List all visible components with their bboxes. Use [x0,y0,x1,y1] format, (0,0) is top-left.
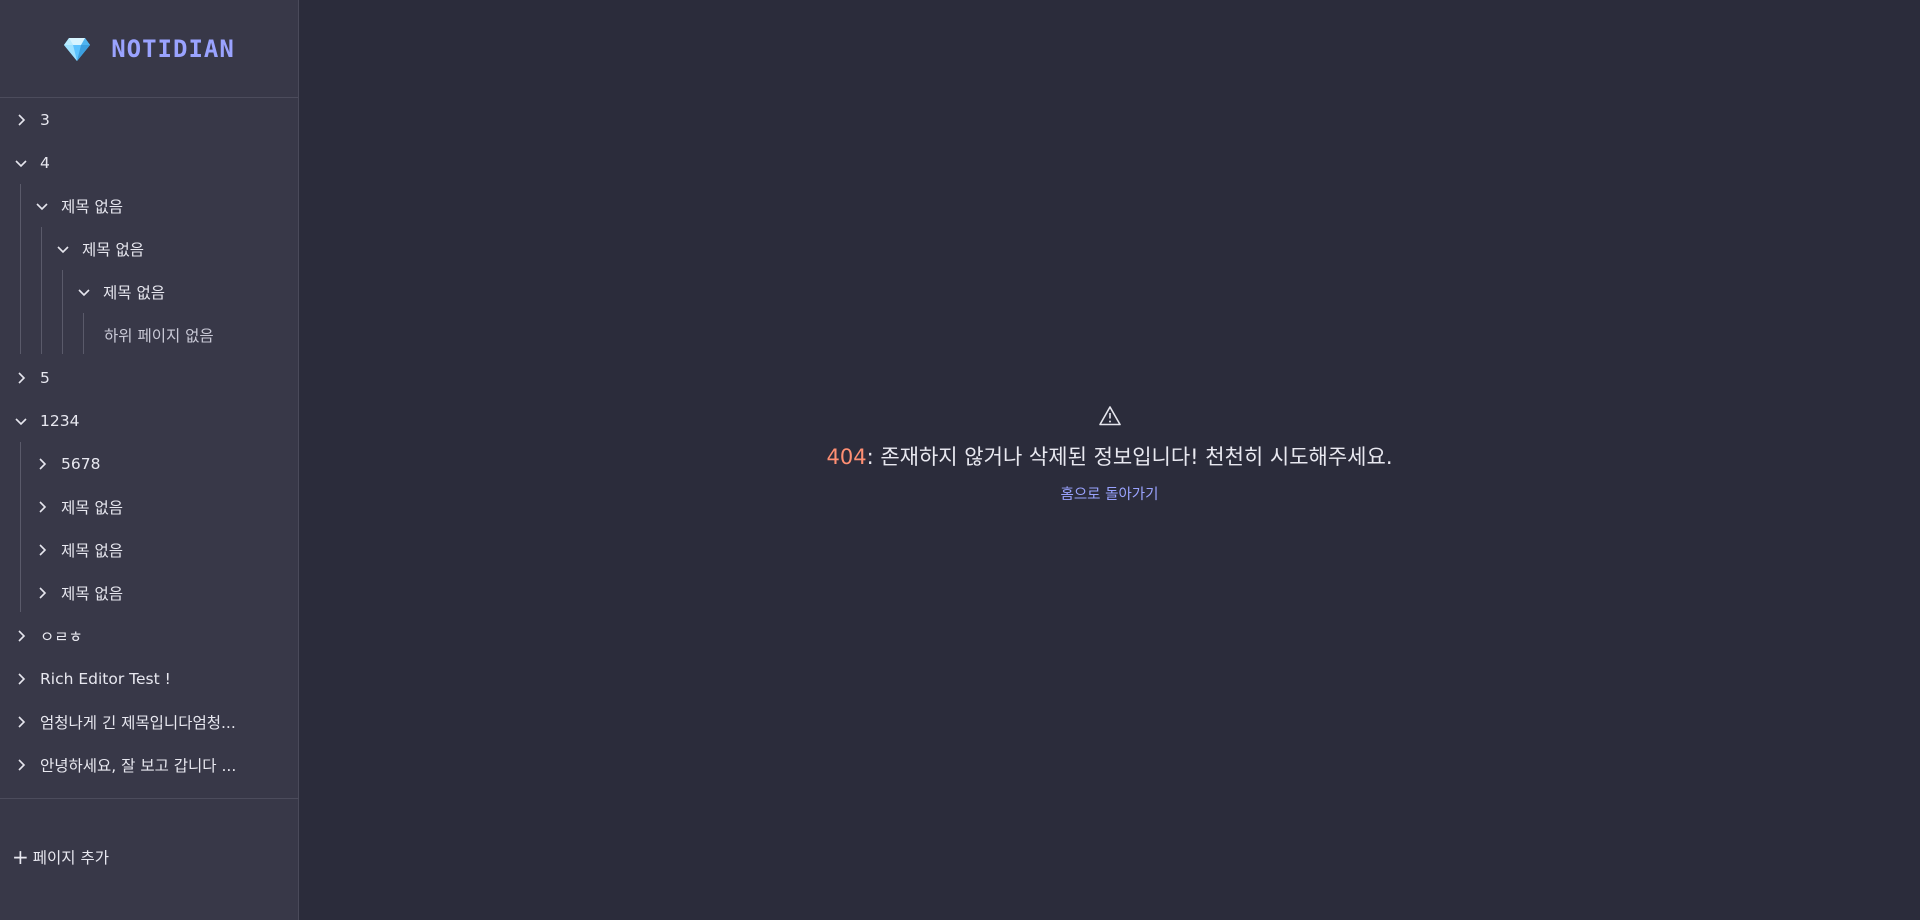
tree-item-label: 하위 페이지 없음 [104,326,214,345]
tree-item-label: 제목 없음 [103,283,165,302]
tree-item[interactable]: 안녕하세요, 잘 보고 갑니다 ... [0,743,299,786]
tree-item[interactable]: 1234 [0,399,299,442]
error-code: 404 [826,445,867,469]
chevron-right-icon[interactable] [14,113,28,127]
chevron-right-icon[interactable] [14,371,28,385]
error-message: 404: 존재하지 않거나 삭제된 정보입니다! 천천히 시도해주세요. [299,441,1920,471]
page-tree: 3 4 제목 없음 제목 없음 제목 없음 하위 페이지 없음 5 1234 5… [0,98,299,786]
brand-header[interactable]: NOTIDIAN [0,0,298,98]
tree-item-label: 5 [40,368,50,387]
empty-subpage-note: 하위 페이지 없음 [0,313,299,356]
add-page-label: 페이지 추가 [32,849,109,867]
tree-item-label: Rich Editor Test ! [40,669,171,688]
plus-icon: + [12,845,29,869]
tree-item[interactable]: 3 [0,98,299,141]
chevron-right-icon[interactable] [35,457,49,471]
main-content: 404: 존재하지 않거나 삭제된 정보입니다! 천천히 시도해주세요. 홈으로… [299,0,1920,920]
chevron-right-icon[interactable] [35,500,49,514]
tree-item-label: ㅇㄹㅎ [40,627,83,646]
app-root: NOTIDIAN 3 4 제목 없음 제목 없음 제목 없음 하위 페이지 없음… [0,0,1920,920]
chevron-down-icon[interactable] [14,156,28,170]
tree-item[interactable]: 제목 없음 [0,270,299,313]
sidebar: NOTIDIAN 3 4 제목 없음 제목 없음 제목 없음 하위 페이지 없음… [0,0,299,920]
brand-name: NOTIDIAN [111,34,235,63]
tree-item-label: 제목 없음 [82,240,144,259]
tree-item[interactable]: Rich Editor Test ! [0,657,299,700]
sidebar-divider [0,798,299,799]
tree-item[interactable]: 엄청나게 긴 제목입니다엄청... [0,700,299,743]
tree-item-label: 제목 없음 [61,498,123,517]
tree-item[interactable]: 제목 없음 [0,184,299,227]
tree-item-label: 1234 [40,411,80,430]
chevron-down-icon[interactable] [56,242,70,256]
tree-item[interactable]: 5678 [0,442,299,485]
chevron-down-icon[interactable] [35,199,49,213]
tree-item[interactable]: 제목 없음 [0,485,299,528]
tree-item[interactable]: 제목 없음 [0,227,299,270]
chevron-right-icon[interactable] [35,586,49,600]
chevron-down-icon[interactable] [77,285,91,299]
tree-item-label: 제목 없음 [61,541,123,560]
tree-item[interactable]: 제목 없음 [0,571,299,614]
chevron-right-icon[interactable] [14,629,28,643]
tree-item-label: 4 [40,153,50,172]
add-page-button[interactable]: + 페이지 추가 [12,846,109,868]
home-link[interactable]: 홈으로 돌아가기 [1061,483,1159,504]
tree-item-label: 안녕하세요, 잘 보고 갑니다 ... [40,756,237,775]
chevron-right-icon[interactable] [14,758,28,772]
chevron-right-icon[interactable] [14,672,28,686]
tree-item-label: 제목 없음 [61,197,123,216]
gem-icon [64,37,91,61]
tree-item-label: 제목 없음 [61,584,123,603]
error-text: : 존재하지 않거나 삭제된 정보입니다! 천천히 시도해주세요. [866,445,1393,469]
tree-item[interactable]: 제목 없음 [0,528,299,571]
chevron-right-icon[interactable] [14,715,28,729]
tree-item-label: 5678 [61,454,101,473]
chevron-right-icon[interactable] [35,543,49,557]
warning-icon [1098,406,1121,426]
tree-item[interactable]: ㅇㄹㅎ [0,614,299,657]
tree-item-label: 엄청나게 긴 제목입니다엄청... [40,713,236,732]
tree-item[interactable]: 5 [0,356,299,399]
tree-item[interactable]: 4 [0,141,299,184]
tree-item-label: 3 [40,110,50,129]
error-panel: 404: 존재하지 않거나 삭제된 정보입니다! 천천히 시도해주세요. 홈으로… [299,405,1920,504]
chevron-down-icon[interactable] [14,414,28,428]
